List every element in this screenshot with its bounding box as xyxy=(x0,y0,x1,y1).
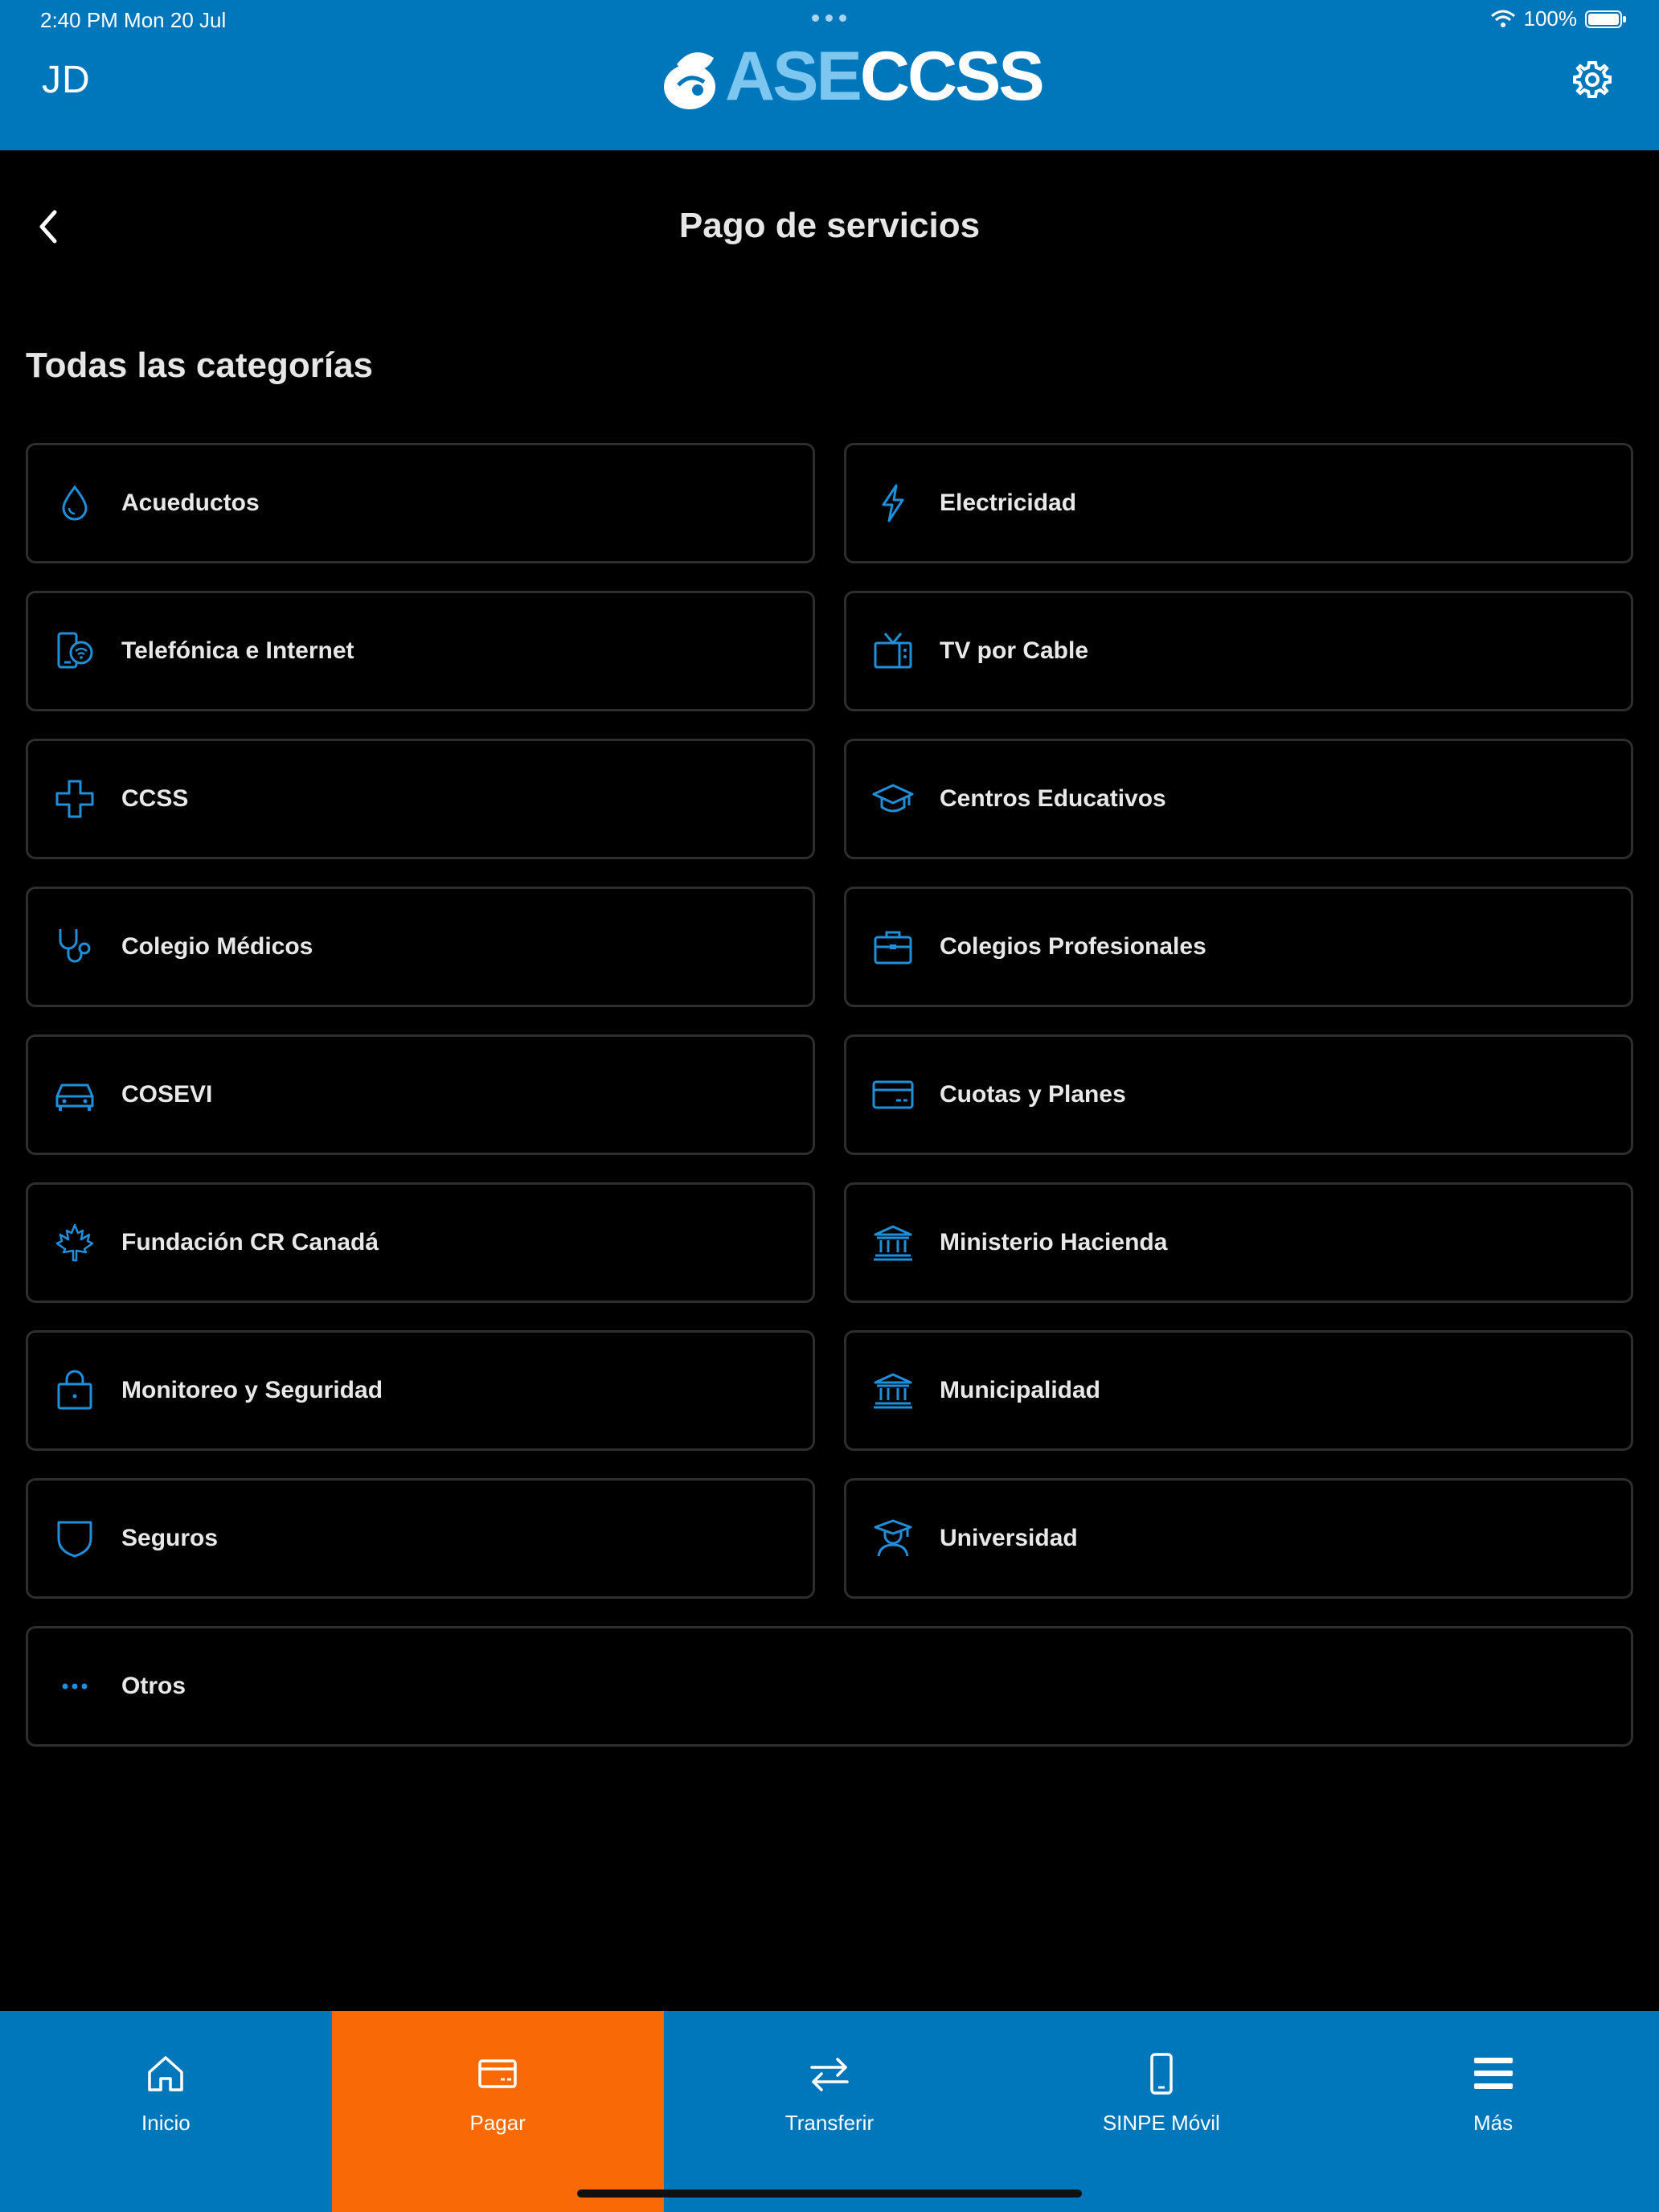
category-seguros[interactable]: Seguros xyxy=(26,1478,815,1599)
category-label: Ministerio Hacienda xyxy=(940,1229,1168,1256)
medical-cross-icon xyxy=(54,778,96,820)
graduation-cap-icon xyxy=(872,778,914,820)
bank-icon xyxy=(872,1222,914,1264)
category-label: Centros Educativos xyxy=(940,785,1166,812)
status-indicators: 100% xyxy=(1490,6,1628,31)
tab-label: Pagar xyxy=(469,2111,526,2135)
category-colegios-profesionales[interactable]: Colegios Profesionales xyxy=(844,887,1633,1007)
maple-leaf-icon xyxy=(54,1222,96,1264)
tab-sinpe-movil[interactable]: SINPE Móvil xyxy=(995,2011,1327,2212)
tab-label: Inicio xyxy=(141,2111,190,2135)
category-label: Municipalidad xyxy=(940,1377,1101,1403)
category-ministerio-hacienda[interactable]: Ministerio Hacienda xyxy=(844,1182,1633,1303)
battery-percent: 100% xyxy=(1523,6,1578,31)
category-cuotas-planes[interactable]: Cuotas y Planes xyxy=(844,1034,1633,1155)
transfer-icon xyxy=(810,2058,849,2091)
tab-pagar[interactable]: Pagar xyxy=(331,2011,664,2212)
lightning-icon xyxy=(872,482,914,524)
category-centros-educativos[interactable]: Centros Educativos xyxy=(844,739,1633,859)
avatar[interactable]: JD xyxy=(42,58,91,102)
category-colegio-medicos[interactable]: Colegio Médicos xyxy=(26,887,815,1007)
logo-mark-icon xyxy=(664,52,715,109)
more-dots-icon xyxy=(54,1665,96,1707)
phone-wifi-icon xyxy=(54,630,96,672)
app-header: 2:40 PM Mon 20 Jul 100% JD ASECCSS xyxy=(0,0,1659,150)
category-label: Seguros xyxy=(121,1525,219,1551)
card-icon xyxy=(478,2059,517,2088)
menu-icon xyxy=(1473,2058,1513,2089)
car-icon xyxy=(54,1074,96,1116)
category-otros[interactable]: Otros xyxy=(26,1626,1633,1747)
water-drop-icon xyxy=(54,482,96,524)
briefcase-icon xyxy=(872,926,914,968)
tab-mas[interactable]: Más xyxy=(1327,2011,1659,2212)
home-icon xyxy=(148,2056,184,2091)
category-label: Acueductos xyxy=(121,490,260,516)
credit-card-icon xyxy=(872,1074,914,1116)
tab-label: Transferir xyxy=(784,2111,875,2135)
category-telefonica-internet[interactable]: Telefónica e Internet xyxy=(26,591,815,711)
category-label: Telefónica e Internet xyxy=(121,637,354,664)
bottom-tab-bar: Inicio Pagar Transferir SINPE Móvil Más xyxy=(0,2011,1659,2212)
settings-gear-icon[interactable] xyxy=(1572,59,1612,100)
tab-label: SINPE Móvil xyxy=(1102,2111,1220,2135)
category-label: Otros xyxy=(121,1673,186,1699)
category-label: Monitoreo y Seguridad xyxy=(121,1377,383,1403)
category-universidad[interactable]: Universidad xyxy=(844,1478,1633,1599)
page-title: Pago de servicios xyxy=(678,206,981,245)
wifi-icon xyxy=(1490,10,1515,27)
shield-icon xyxy=(54,1518,96,1559)
category-label: Fundación CR Canadá xyxy=(121,1229,379,1256)
category-label: Electricidad xyxy=(940,490,1077,516)
category-fundacion-cr-canada[interactable]: Fundación CR Canadá xyxy=(26,1182,815,1303)
category-electricidad[interactable]: Electricidad xyxy=(844,443,1633,563)
category-label: COSEVI xyxy=(121,1081,213,1108)
aseccss-logo: ASECCSS xyxy=(661,38,1045,115)
category-cosevi[interactable]: COSEVI xyxy=(26,1034,815,1155)
tab-label: Más xyxy=(1473,2111,1514,2135)
lock-bag-icon xyxy=(54,1370,96,1411)
category-tv-cable[interactable]: TV por Cable xyxy=(844,591,1633,711)
category-label: Colegio Médicos xyxy=(121,933,313,960)
category-acueductos[interactable]: Acueductos xyxy=(26,443,815,563)
category-monitoreo-seguridad[interactable]: Monitoreo y Seguridad xyxy=(26,1330,815,1451)
category-ccss[interactable]: CCSS xyxy=(26,739,815,859)
graduate-icon xyxy=(872,1518,914,1559)
category-municipalidad[interactable]: Municipalidad xyxy=(844,1330,1633,1451)
logo-ccss: CCSS xyxy=(859,38,1045,115)
tab-inicio[interactable]: Inicio xyxy=(0,2011,332,2212)
category-label: Universidad xyxy=(940,1525,1078,1551)
stethoscope-icon xyxy=(54,926,96,968)
category-label: TV por Cable xyxy=(940,637,1089,664)
category-label: CCSS xyxy=(121,785,189,812)
tab-transferir[interactable]: Transferir xyxy=(664,2011,996,2212)
multitasking-dots-icon[interactable] xyxy=(812,14,846,22)
section-title: Todas las categorías xyxy=(26,346,374,385)
home-indicator[interactable] xyxy=(577,2189,1082,2198)
category-label: Cuotas y Planes xyxy=(940,1081,1126,1108)
battery-icon xyxy=(1585,10,1626,28)
category-grid: Acueductos Electricidad Telefónica e Int… xyxy=(26,443,1633,1747)
bank-icon xyxy=(872,1370,914,1411)
status-time: 2:40 PM Mon 20 Jul xyxy=(40,8,227,32)
mobile-icon xyxy=(1150,2053,1173,2095)
tv-icon xyxy=(872,630,914,672)
logo-ase: ASE xyxy=(725,38,862,115)
category-label: Colegios Profesionales xyxy=(940,933,1206,960)
